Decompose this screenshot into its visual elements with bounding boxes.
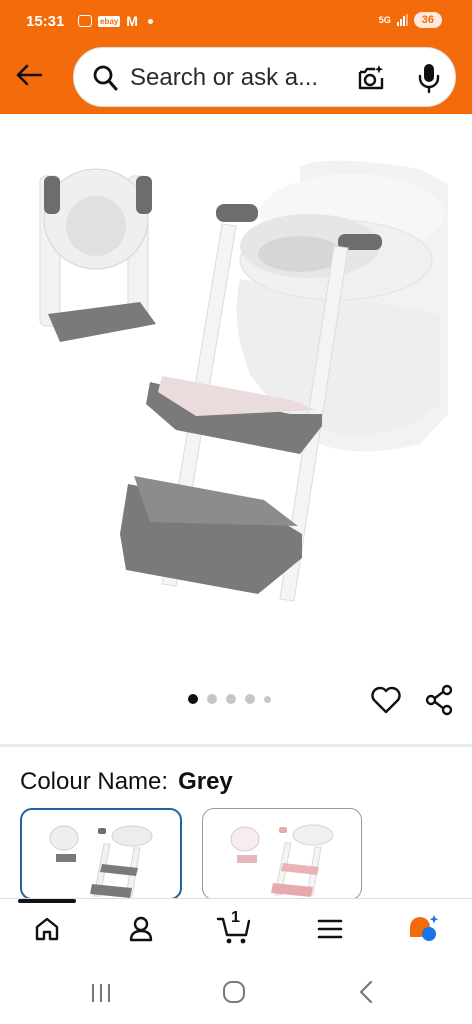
back-arrow-icon[interactable] xyxy=(14,60,44,90)
top-header: 15:31 ebay M 5G 36 Search or ask a... xyxy=(0,0,472,114)
home-icon xyxy=(33,915,61,948)
hamburger-menu-icon xyxy=(316,917,344,946)
screen-record-icon xyxy=(78,15,92,27)
ebay-icon: ebay xyxy=(98,15,121,27)
search-bar[interactable]: Search or ask a... xyxy=(73,47,456,107)
rufus-assistant-icon xyxy=(407,913,441,950)
pagination-dot[interactable] xyxy=(245,694,255,704)
back-chevron-icon[interactable] xyxy=(357,980,375,1009)
user-icon xyxy=(127,915,155,948)
product-image[interactable] xyxy=(0,114,472,674)
bottom-nav: 1 xyxy=(0,898,472,964)
screen: 15:31 ebay M 5G 36 Search or ask a... Co… xyxy=(0,0,472,1024)
notification-dot-icon xyxy=(147,18,153,24)
signal-icon xyxy=(396,14,408,26)
status-right: 5G 36 xyxy=(379,12,442,28)
network-type: 5G xyxy=(378,15,391,25)
status-notification-icons: ebay M xyxy=(78,13,153,29)
mic-icon[interactable] xyxy=(417,62,441,99)
nav-account[interactable] xyxy=(123,913,159,949)
camera-search-icon[interactable] xyxy=(356,63,386,98)
status-bar: 15:31 ebay M 5G 36 xyxy=(0,0,472,44)
colour-selected-value: Grey xyxy=(178,768,233,795)
pagination-dot[interactable] xyxy=(226,694,236,704)
colour-label: Colour Name: xyxy=(20,768,169,795)
section-divider xyxy=(0,744,472,747)
battery-level: 36 xyxy=(413,12,442,28)
nav-menu[interactable] xyxy=(312,913,348,949)
pagination-dot[interactable] xyxy=(188,694,198,704)
nav-cart[interactable]: 1 xyxy=(216,909,252,949)
recent-apps-icon[interactable] xyxy=(89,982,113,1009)
status-time: 15:31 xyxy=(26,13,65,30)
pagination-dot[interactable] xyxy=(264,695,271,703)
search-input[interactable]: Search or ask a... xyxy=(130,64,318,92)
system-nav-bar xyxy=(0,964,472,1024)
image-pagination[interactable] xyxy=(188,694,271,704)
home-circle-icon[interactable] xyxy=(222,980,246,1009)
colour-option-grey[interactable] xyxy=(20,808,182,900)
search-icon xyxy=(92,64,118,97)
share-icon[interactable] xyxy=(423,684,455,721)
gmail-icon: M xyxy=(126,13,138,29)
nav-active-indicator xyxy=(18,899,76,903)
pagination-dot[interactable] xyxy=(207,694,217,704)
nav-assistant[interactable] xyxy=(406,913,442,949)
heart-icon[interactable] xyxy=(370,684,402,721)
colour-option-pink[interactable] xyxy=(202,808,362,900)
nav-home[interactable] xyxy=(29,913,65,949)
cart-count-badge: 1 xyxy=(231,909,240,926)
colour-selector-label: Colour Name: Grey xyxy=(20,768,233,796)
